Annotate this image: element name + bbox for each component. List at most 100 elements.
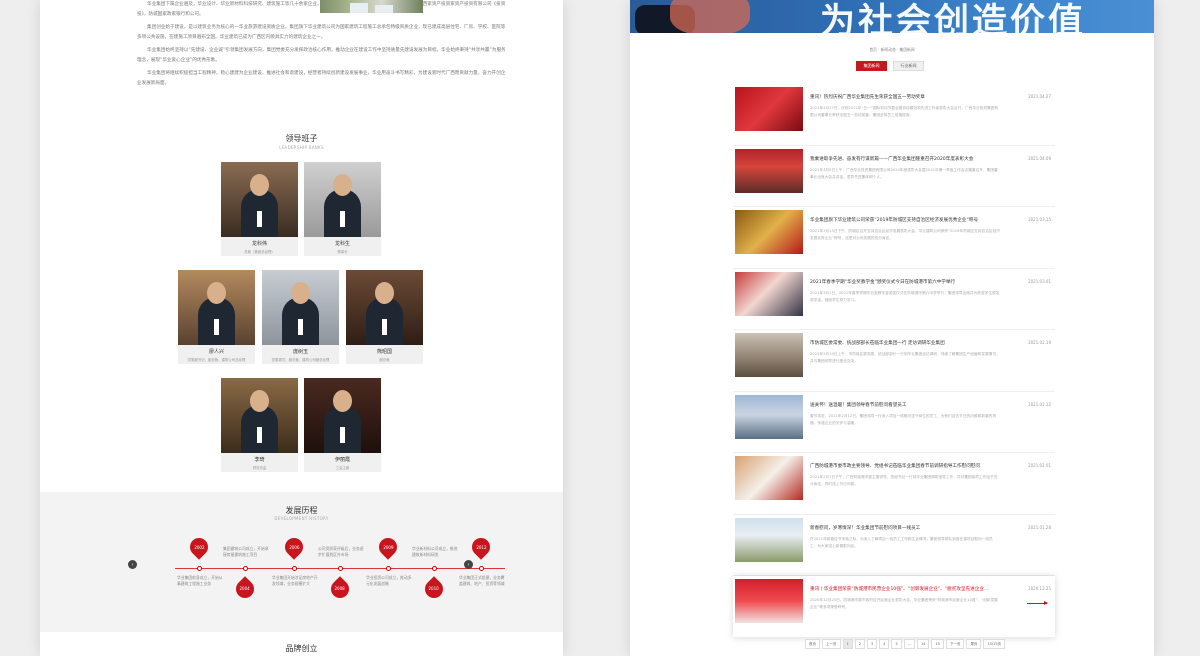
news-title[interactable]: 华业集团旗下华业建筑公司荣获“2019年防城区支持自治区经济发展优秀企业”称号 bbox=[810, 217, 990, 223]
news-thumbnail[interactable] bbox=[735, 148, 803, 193]
page-button[interactable]: 4 bbox=[879, 639, 890, 649]
news-thumbnail[interactable] bbox=[735, 394, 803, 439]
news-thumbnail[interactable] bbox=[735, 210, 803, 254]
brand-title: 品牌创立 bbox=[285, 644, 318, 653]
news-item[interactable]: 2021年春季学期“华业奖教学金”颁奖仪式今日在防城港市第六中学举行 2021.… bbox=[733, 269, 1055, 330]
timeline-dot bbox=[338, 566, 343, 571]
news-page-panel: 为社会创造价值 首页 · 新闻动态 · 集团新闻 集团新闻 行业新闻 重讯！热烈… bbox=[630, 0, 1154, 656]
page-button[interactable]: 尾页 bbox=[966, 639, 982, 649]
news-thumbnail[interactable] bbox=[735, 579, 803, 623]
timeline-year: 2004 bbox=[239, 586, 251, 592]
leader-name: 李琦 bbox=[254, 457, 265, 463]
leader-photo bbox=[346, 270, 423, 345]
leader-role: 副总裁 bbox=[379, 358, 390, 362]
timeline-event-text: 公司资质获评级后，业务逐步扩展到区外市场 bbox=[318, 546, 364, 557]
news-title[interactable]: 重讯丨华业集团荣获“防城港市民营企业10强”、“创新发展企业”、“脱贫攻坚先进企… bbox=[810, 586, 990, 592]
leader-role: 党委委员、副总裁、建筑公司副总经理 bbox=[271, 358, 330, 362]
news-item[interactable]: 广西防城港市委市政主要领导、党组书记莅临华业集团春节前调研指导工作慰问慰问 20… bbox=[733, 453, 1055, 515]
leader-card: 熊昭国 副总裁 bbox=[346, 270, 423, 364]
about-paragraph: 集团创业始于建设，是以建筑业务为核心的一华业旅游建设资质企业。集团旗下华业建筑公… bbox=[137, 25, 506, 40]
news-title[interactable]: 送关怀！送温暖！集团领导春节前慰问看望员工 bbox=[810, 402, 990, 408]
news-date: 2021.03.15 bbox=[1028, 217, 1051, 222]
page-button[interactable]: 5 bbox=[891, 639, 902, 649]
about-text: 华业集团下属企业遍及，华业设计、华业新材料科技研究、建筑施工等几十余家企业。经过… bbox=[137, 0, 507, 92]
news-summary: 在2021年新春佳节来临之际，为深入了解项目一线员工工作和生活情况，集团领导带队… bbox=[810, 536, 993, 548]
page-button[interactable]: 下一页 bbox=[945, 639, 965, 649]
page-button[interactable]: 首页 bbox=[805, 639, 820, 649]
news-item[interactable]: 新春慰问，岁寒情深！华业集团节前慰问项目一线员工 2021.01.28 在202… bbox=[733, 515, 1055, 576]
leader-card: 廖人兴 党委副书记、副总裁、建筑公司总经理 bbox=[178, 270, 255, 364]
leader-name: 龙科伟 bbox=[251, 241, 267, 247]
leader-name: 廖人兴 bbox=[208, 349, 224, 355]
news-title[interactable]: 2021年春季学期“华业奖教学金”颁奖仪式今日在防城港市第六中学举行 bbox=[810, 279, 990, 285]
news-tabs: 集团新闻 行业新闻 bbox=[856, 61, 924, 71]
news-thumbnail[interactable] bbox=[735, 517, 803, 562]
leader-photo bbox=[262, 270, 339, 345]
news-title[interactable]: 重讯！热烈庆祝广西华业集团先生荣获全国五一劳动奖章 bbox=[810, 94, 990, 100]
news-item[interactable]: 重讯丨华业集团荣获“防城港市民营企业10强”、“创新发展企业”、“脱贫攻坚先进企… bbox=[733, 576, 1055, 638]
leader-role: 党委副书记、副总裁、建筑公司总经理 bbox=[187, 358, 246, 362]
page-button[interactable]: 上一页 bbox=[822, 639, 841, 649]
news-title[interactable]: 广西防城港市委市政主要领导、党组书记莅临华业集团春节前调研指导工作慰问慰问 bbox=[810, 463, 990, 469]
timeline-event-text: 集团建筑公司成立，开始承接房屋建筑施工项目 bbox=[223, 546, 269, 557]
news-thumbnail[interactable] bbox=[735, 271, 803, 316]
history-subtitle: DEVELOPMENT HISTORY bbox=[274, 516, 329, 521]
tab-group-news[interactable]: 集团新闻 bbox=[856, 61, 887, 71]
page-button[interactable]: ... bbox=[903, 639, 916, 649]
news-item[interactable]: 重讯！热烈庆祝广西华业集团先生荣获全国五一劳动奖章 2021.04.27 202… bbox=[733, 84, 1055, 146]
about-paragraph: 华业集团始终坚持以“先建设、企业诚”引领集团发展方向，集团党委充分发挥政治核心作… bbox=[137, 48, 506, 63]
page-button[interactable]: 1 bbox=[842, 639, 853, 649]
news-date: 2021.04.27 bbox=[1028, 94, 1051, 99]
leader-photo bbox=[221, 162, 298, 237]
timeline-event-text: 华业集团开始涉足房地产开发领域，业务规模扩大 bbox=[272, 575, 318, 586]
breadcrumb[interactable]: 首页 · 新闻动态 · 集团新闻 bbox=[630, 47, 1154, 53]
news-summary: 2021年2月19日上午，市防城区委常委、统战部部长一行到华业集团走访调研，详细… bbox=[810, 352, 1000, 363]
news-summary: 春节将至，2021年2月12日，集团领导一行深入项目一线慰问坚守岗位的员工，为他… bbox=[810, 413, 997, 425]
news-thumbnail[interactable] bbox=[735, 87, 803, 131]
timeline-prev-icon[interactable]: ‹ bbox=[128, 560, 137, 569]
news-title[interactable]: 我乘进取争先进、奋发有行谋新篇——广西华业集团隆重召开2020年度表彰大会 bbox=[810, 156, 990, 162]
leader-role: 工会主席 bbox=[335, 466, 350, 470]
timeline-event-text: 华业投资公司成立，推动多元化发展战略 bbox=[366, 575, 412, 586]
leader-photo bbox=[304, 162, 381, 237]
page-button[interactable]: 15/15页 bbox=[983, 639, 1006, 649]
tab-industry-news[interactable]: 行业新闻 bbox=[893, 61, 924, 71]
news-thumbnail[interactable] bbox=[735, 333, 803, 377]
timeline-year: 2009 bbox=[382, 544, 394, 550]
news-item[interactable]: 送关怀！送温暖！集团领导春节前慰问看望员工 2021.02.12 春节将至，20… bbox=[733, 392, 1055, 453]
timeline-next-icon[interactable]: › bbox=[464, 560, 473, 569]
page-button[interactable]: 2 bbox=[854, 639, 865, 649]
page-button[interactable]: 3 bbox=[866, 639, 878, 649]
leader-name: 伊丽霞 bbox=[334, 457, 350, 463]
news-date: 2021.02.01 bbox=[1028, 463, 1051, 468]
page-button[interactable]: 14 bbox=[917, 639, 930, 649]
news-summary: 2020年12月25日，防城港市委市政府召开民营企业表彰大会，华业集团荣获“防城… bbox=[810, 598, 998, 609]
leader-name: 熊昭国 bbox=[376, 349, 392, 355]
news-title[interactable]: 市防城区委常委、统战部部长莅临华业集团一行 走访调研华业集团 bbox=[810, 340, 990, 346]
news-thumbnail[interactable] bbox=[735, 456, 803, 500]
history-title: 发展历程 bbox=[285, 506, 318, 515]
news-summary: 2021年4月27日，庆祝2021年“五一”国际劳动节暨全国劳动模范和先进工作者… bbox=[810, 106, 999, 117]
pagination: 首页 上一页 1 2 3 4 5... 14 15 下一页 尾页 15/15页 bbox=[805, 639, 1006, 649]
leader-card: 李琦 财务总监 bbox=[221, 378, 298, 472]
news-item[interactable]: 我乘进取争先进、奋发有行谋新篇——广西华业集团隆重召开2020年度表彰大会 20… bbox=[733, 146, 1055, 207]
page-button[interactable]: 15 bbox=[931, 639, 944, 649]
leadership-title: 领导班子 bbox=[285, 134, 318, 143]
arrow-right-icon[interactable] bbox=[1027, 601, 1048, 605]
news-item[interactable]: 华业集团旗下华业建筑公司荣获“2019年防城区支持自治区经济发展优秀企业”称号 … bbox=[733, 207, 1055, 269]
timeline-year: 2010 bbox=[428, 586, 440, 592]
timeline-dot bbox=[386, 566, 391, 571]
about-paragraph: 华业集团将继续积极担当工程精神，稳心建建为企业建设，推进社会和谐建设，经营者持续… bbox=[137, 71, 506, 86]
news-summary: 2021年3月15日下午，防城区召开支持自治区经济发展表彰大会，华业建筑公司荣获… bbox=[810, 229, 1000, 240]
timeline-event-text: 华业集团正式组建，业务覆盖建筑、地产、投资等领域 bbox=[459, 575, 505, 586]
timeline-dot bbox=[197, 566, 202, 571]
news-date: 2021.04.09 bbox=[1028, 155, 1051, 161]
news-date: 2020.12.25 bbox=[1028, 586, 1051, 591]
news-item[interactable]: 市防城区委常委、统战部部长莅临华业集团一行 走访调研华业集团 2021.02.1… bbox=[733, 330, 1055, 392]
timeline-event-text: 华业集团前身成立，开始从事建筑工程施工业务 bbox=[177, 575, 223, 586]
timeline-year: 2012 bbox=[475, 544, 487, 550]
leader-role: 董事长 bbox=[337, 250, 348, 254]
news-title[interactable]: 新春慰问，岁寒情深！华业集团节前慰问项目一线员工 bbox=[810, 525, 990, 531]
about-page-panel: 华业集团下属企业遍及，华业设计、华业新材料科技研究、建筑施工等几十余家企业。经过… bbox=[40, 0, 563, 656]
timeline-year: 2006 bbox=[288, 544, 300, 550]
